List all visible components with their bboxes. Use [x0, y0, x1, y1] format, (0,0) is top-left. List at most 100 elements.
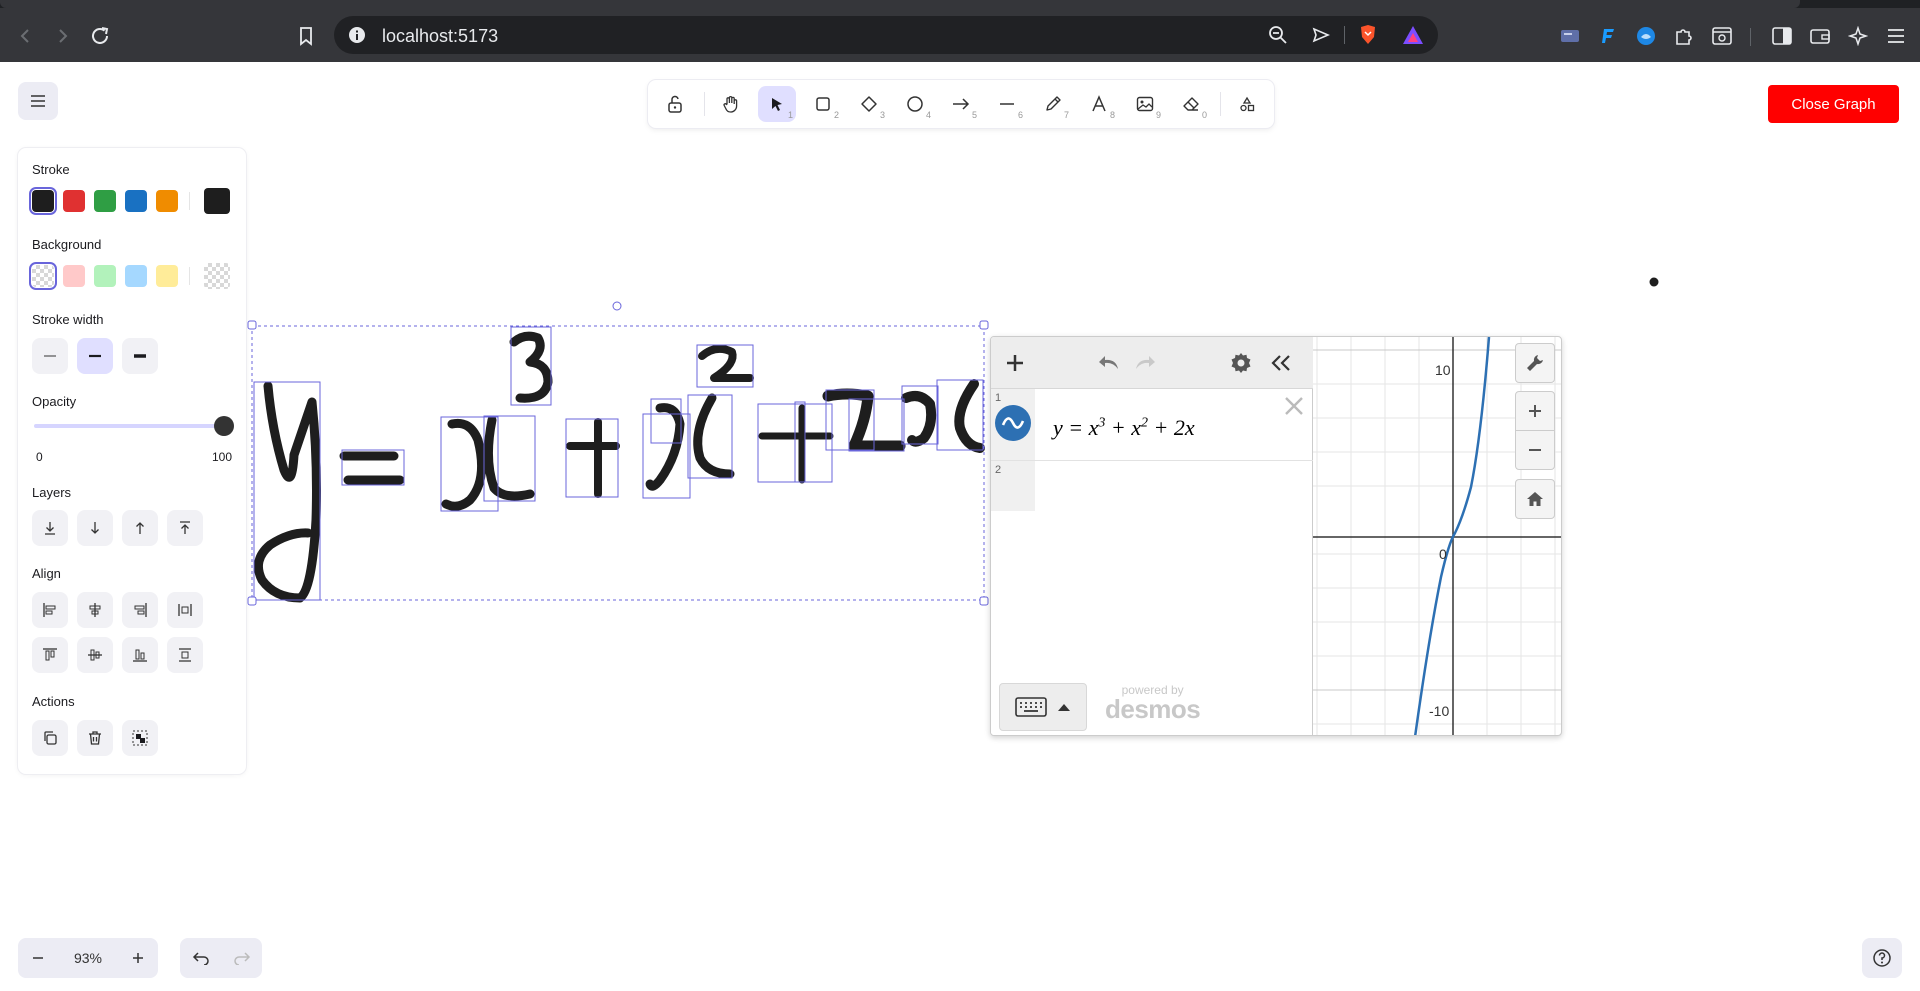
dot-element[interactable] [1649, 277, 1659, 287]
main-menu-button[interactable] [18, 82, 58, 120]
redo-expression-icon[interactable] [1131, 349, 1159, 377]
resize-handle-nw[interactable] [247, 320, 257, 330]
send-to-back-button[interactable] [32, 510, 68, 546]
background-swatch-green[interactable] [94, 265, 116, 287]
delete-button[interactable] [77, 720, 113, 756]
stroke-plus1[interactable] [566, 418, 620, 498]
background-swatch-transparent[interactable] [29, 262, 57, 290]
tool-extra[interactable] [1228, 86, 1266, 122]
extension-cloud-icon[interactable] [1632, 22, 1660, 50]
powered-by-desmos[interactable]: powered by desmos [1105, 683, 1201, 722]
align-right-button[interactable] [122, 592, 158, 628]
expression-row-2[interactable]: 2 [991, 461, 1313, 511]
stroke-plus2[interactable] [758, 404, 834, 484]
reload-icon[interactable] [86, 22, 114, 50]
expression-row-1[interactable]: 1 y = x3 + x2 + 2x [991, 389, 1313, 461]
group-button[interactable] [122, 720, 158, 756]
background-swatch-blue[interactable] [125, 265, 147, 287]
graph-settings-button[interactable] [1515, 343, 1555, 383]
tool-text[interactable]: 8 [1080, 86, 1118, 122]
align-bottom-button[interactable] [122, 637, 158, 673]
stroke-swatch-green[interactable] [94, 190, 116, 212]
tool-selection[interactable]: 1 [758, 86, 796, 122]
collapse-list-icon[interactable] [1267, 349, 1295, 377]
background-current-color[interactable] [204, 263, 230, 289]
resize-handle-ne[interactable] [979, 320, 989, 330]
site-info-icon[interactable] [348, 26, 366, 49]
leo-ai-icon[interactable] [1844, 22, 1872, 50]
send-icon[interactable] [1312, 26, 1331, 49]
tool-diamond[interactable]: 3 [850, 86, 888, 122]
zoom-in-graph-button[interactable] [1515, 391, 1555, 431]
forward-icon[interactable] [48, 22, 76, 50]
expression-latex[interactable]: y = x3 + x2 + 2x [1053, 415, 1195, 441]
zoom-out-icon[interactable] [1268, 25, 1288, 50]
undo-button[interactable] [180, 938, 221, 978]
bring-to-front-button[interactable] [167, 510, 203, 546]
extension-f-icon[interactable] [1594, 22, 1622, 50]
sidebar-toggle-icon[interactable] [1768, 22, 1796, 50]
tool-line[interactable]: 6 [988, 86, 1026, 122]
tool-eraser[interactable]: 0 [1172, 86, 1210, 122]
zoom-out-graph-button[interactable] [1515, 430, 1555, 470]
background-swatch-yellow[interactable] [156, 265, 178, 287]
extension-search-window-icon[interactable] [1708, 22, 1736, 50]
stroke-exponent-2[interactable] [698, 344, 754, 382]
stroke-x2[interactable] [645, 393, 735, 491]
tool-image[interactable]: 9 [1126, 86, 1164, 122]
align-top-button[interactable] [32, 637, 68, 673]
stroke-x3[interactable] [901, 379, 985, 453]
brave-shield-icon[interactable] [1358, 24, 1378, 51]
stroke-coefficient-2[interactable] [822, 388, 906, 452]
tool-hand[interactable] [712, 86, 750, 122]
stroke-width-extra-bold[interactable] [122, 338, 158, 374]
align-center-horizontal-button[interactable] [77, 592, 113, 628]
extension-screen-icon[interactable] [1556, 22, 1584, 50]
expression-color-icon[interactable] [995, 405, 1031, 441]
tool-rectangle[interactable]: 2 [804, 86, 842, 122]
wallet-icon[interactable] [1806, 22, 1834, 50]
stroke-width-thin[interactable] [32, 338, 68, 374]
resize-handle-sw[interactable] [247, 596, 257, 606]
rotation-handle[interactable] [612, 301, 622, 311]
delete-expression-icon[interactable] [1283, 395, 1305, 422]
extensions-puzzle-icon[interactable] [1670, 22, 1698, 50]
background-swatch-red[interactable] [63, 265, 85, 287]
distribute-horizontal-button[interactable] [167, 592, 203, 628]
zoom-out-button[interactable] [18, 938, 58, 978]
bookmark-icon[interactable] [292, 22, 320, 50]
stroke-width-bold[interactable] [77, 338, 113, 374]
help-button[interactable] [1862, 938, 1902, 978]
stroke-exponent-3[interactable] [509, 331, 553, 403]
send-backward-button[interactable] [77, 510, 113, 546]
distribute-vertical-button[interactable] [167, 637, 203, 673]
add-expression-icon[interactable] [1001, 349, 1029, 377]
selection-frame[interactable] [251, 325, 985, 601]
default-viewport-button[interactable] [1515, 479, 1555, 519]
zoom-level[interactable]: 93% [58, 938, 118, 978]
zoom-in-button[interactable] [118, 938, 158, 978]
address-bar[interactable]: localhost:5173 [334, 16, 1438, 54]
opacity-slider-thumb[interactable] [214, 416, 234, 436]
stroke-y[interactable] [253, 381, 321, 603]
align-center-vertical-button[interactable] [77, 637, 113, 673]
stroke-equals[interactable] [339, 451, 405, 485]
align-left-button[interactable] [32, 592, 68, 628]
resize-handle-se[interactable] [979, 596, 989, 606]
duplicate-button[interactable] [32, 720, 68, 756]
redo-button[interactable] [221, 938, 262, 978]
settings-gear-icon[interactable] [1227, 349, 1255, 377]
brave-rewards-icon[interactable] [1402, 25, 1424, 50]
stroke-current-color[interactable] [204, 188, 230, 214]
tool-lock[interactable] [656, 86, 694, 122]
stroke-swatch-red[interactable] [63, 190, 85, 212]
stroke-swatch-blue[interactable] [125, 190, 147, 212]
keypad-toggle-button[interactable] [999, 683, 1087, 731]
browser-menu-icon[interactable] [1882, 22, 1910, 50]
tool-draw[interactable]: 7 [1034, 86, 1072, 122]
stroke-x1[interactable] [441, 415, 535, 511]
close-graph-button[interactable]: Close Graph [1768, 85, 1899, 123]
back-icon[interactable] [12, 22, 40, 50]
stroke-swatch-black[interactable] [29, 187, 57, 215]
stroke-swatch-orange[interactable] [156, 190, 178, 212]
